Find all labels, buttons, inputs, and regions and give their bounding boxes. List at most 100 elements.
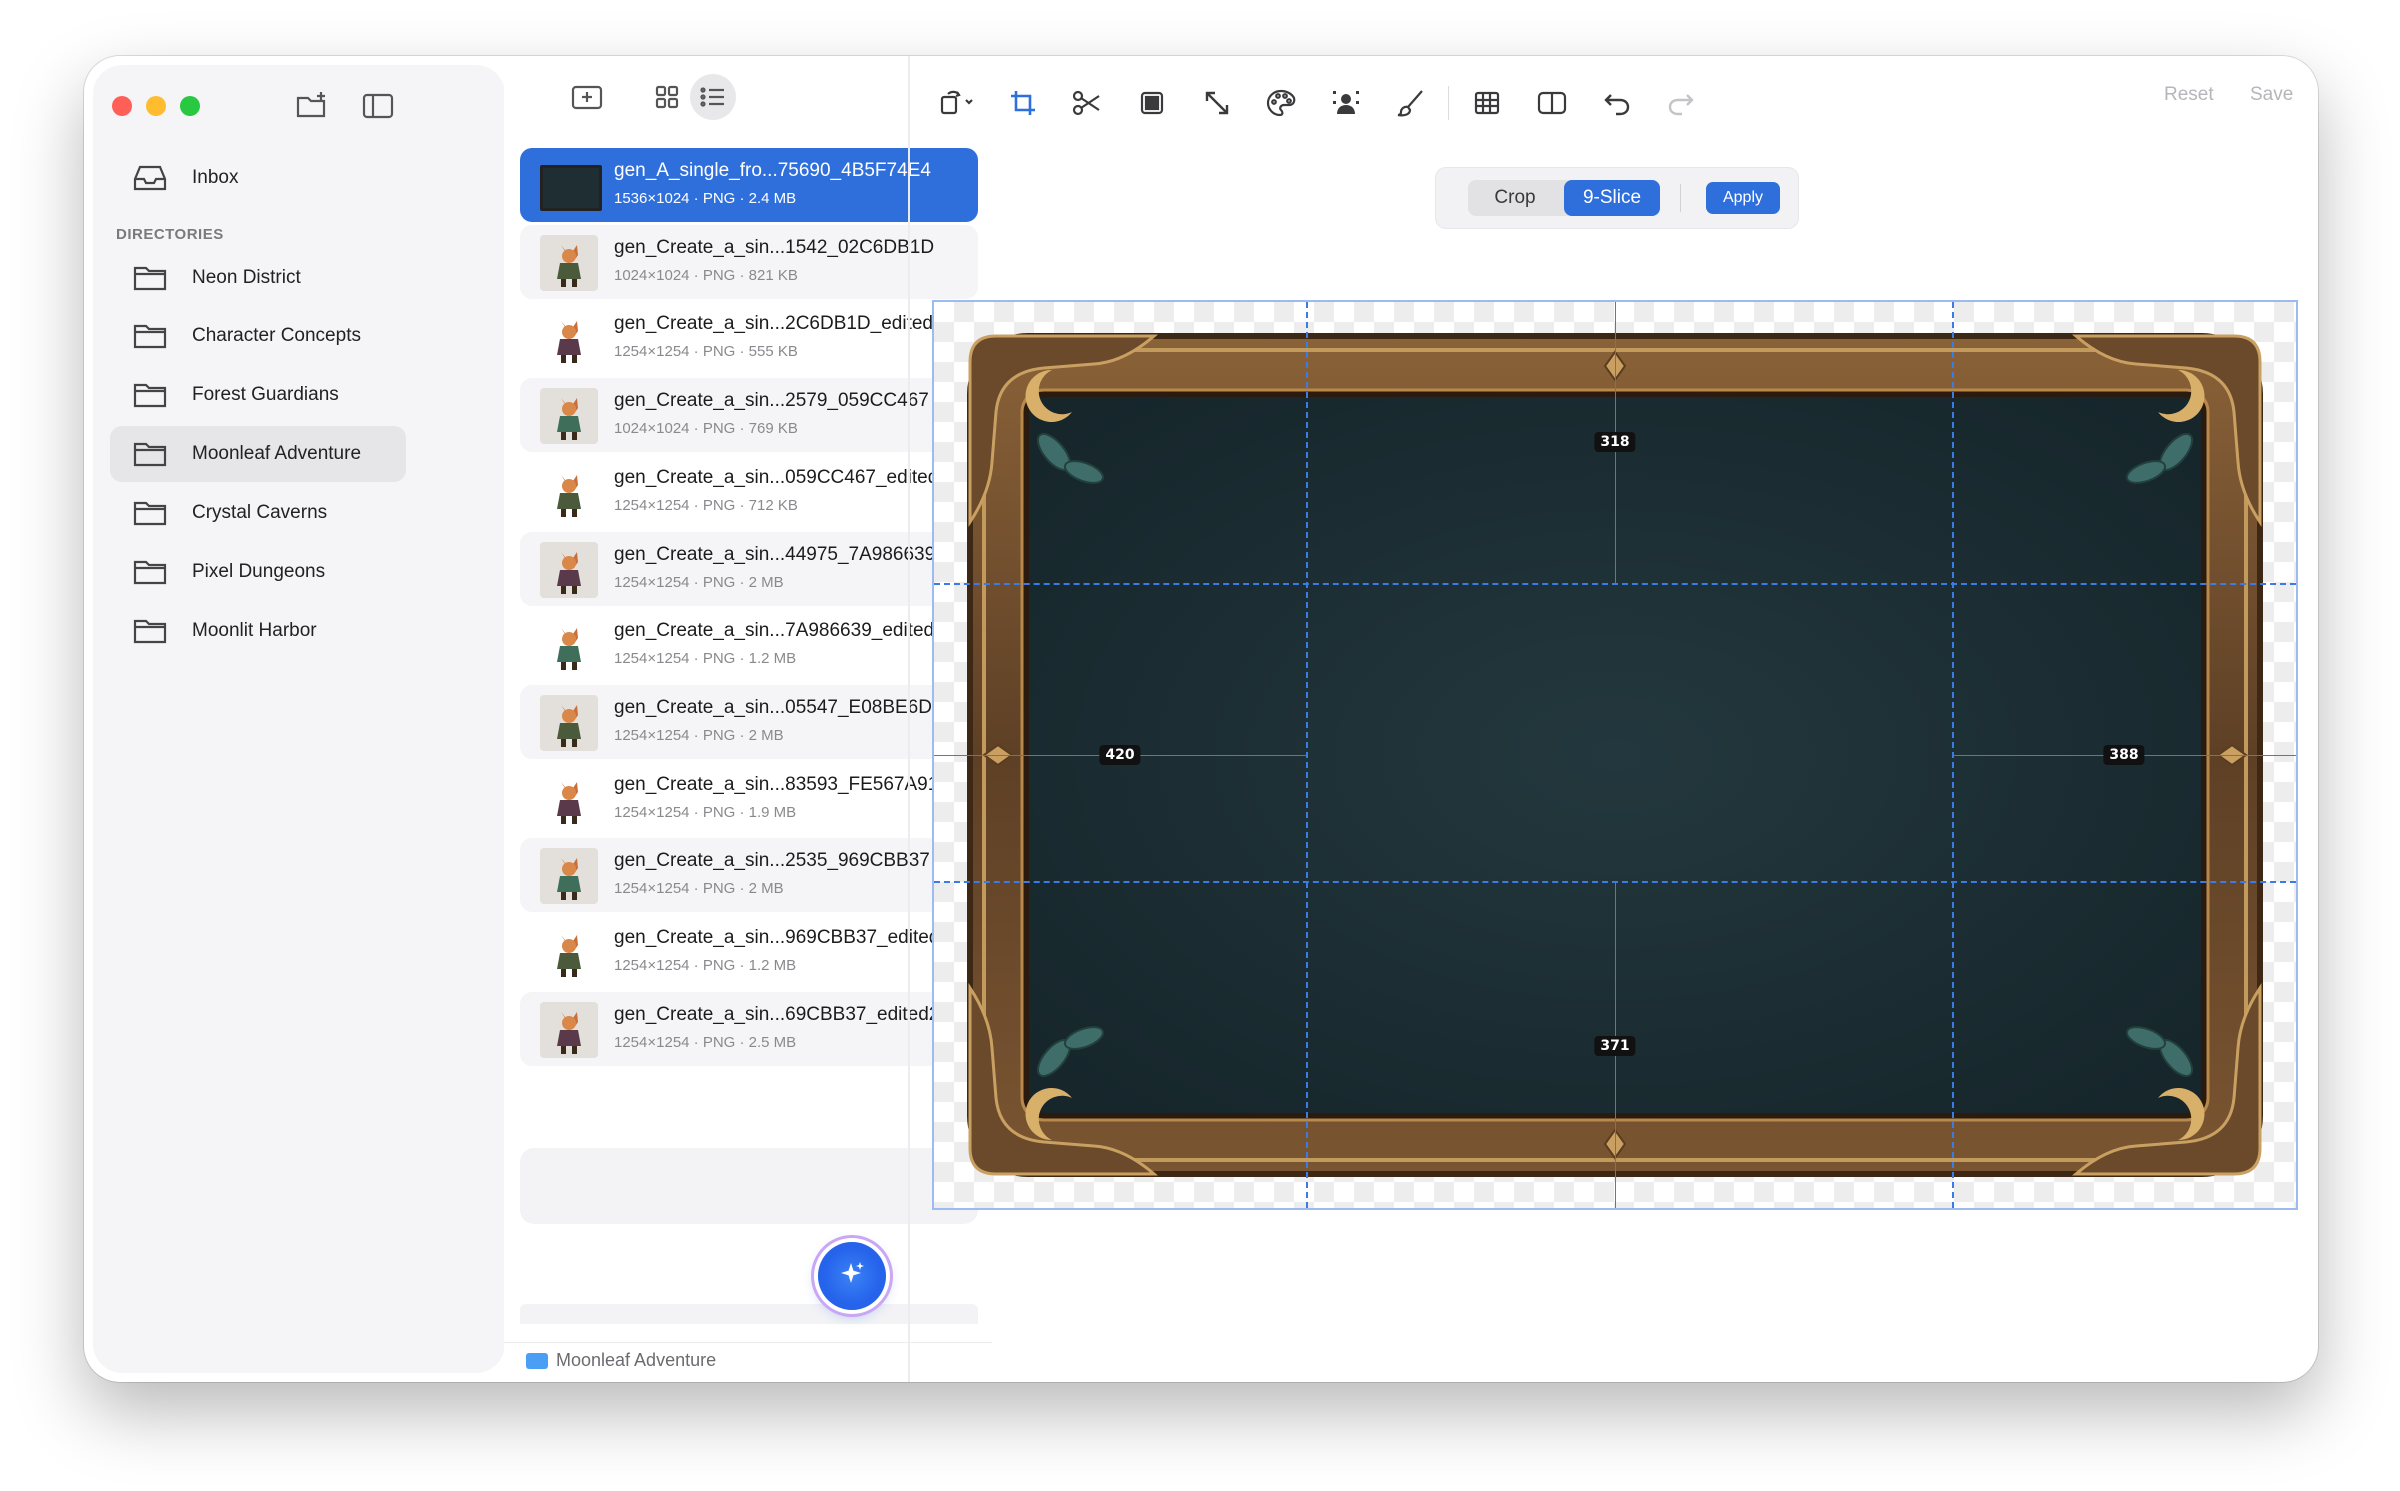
file-name: gen_A_single_fro...75690_4B5F74E4 [614, 160, 931, 181]
editor-toolbar [920, 66, 1708, 140]
folder-icon [132, 380, 168, 410]
file-name: gen_Create_a_sin...2C6DB1D_edited [614, 313, 933, 334]
sidebar-item-label: Character Concepts [192, 325, 361, 346]
stop-square-icon[interactable] [1125, 76, 1179, 130]
app-window: Inbox DIRECTORIES Neon District Character… [84, 56, 2318, 1382]
list-view-icon[interactable] [690, 74, 736, 120]
folder-icon [526, 1352, 548, 1369]
palette-icon[interactable] [1254, 76, 1308, 130]
sidebar-item-directory[interactable]: Moonlit Harbor [110, 603, 406, 659]
sidebar-item-directory[interactable]: Moonleaf Adventure [110, 426, 406, 482]
slice-mode-bar: Crop 9-Slice Apply [1436, 168, 1798, 228]
image-canvas[interactable]: 318 420 388 371 [934, 302, 2296, 1208]
resize-arrows-icon[interactable] [1190, 76, 1244, 130]
minimize-window-button[interactable] [146, 96, 166, 116]
mode-segmented-control: Crop 9-Slice [1468, 180, 1660, 216]
sidebar-item-directory[interactable]: Forest Guardians [110, 367, 406, 423]
file-thumbnail [540, 465, 598, 521]
sidebar-item-label: Moonleaf Adventure [192, 443, 362, 464]
reset-button[interactable]: Reset [2164, 84, 2214, 106]
ai-generate-button[interactable] [818, 1242, 886, 1310]
apply-button[interactable]: Apply [1706, 182, 1780, 214]
file-meta: 1254×1254 · PNG · 2 MB [614, 574, 784, 591]
grid-view-icon[interactable] [644, 74, 690, 120]
file-thumbnail [540, 388, 598, 444]
slice-guide-left[interactable] [1306, 302, 1308, 1208]
sidebar-item-label: Pixel Dungeons [192, 561, 326, 582]
import-button[interactable] [564, 72, 610, 122]
brush-icon[interactable] [1384, 76, 1438, 130]
file-name: gen_Create_a_sin...2579_059CC467 [614, 390, 929, 411]
file-name: gen_Create_a_sin...83593_FE567A91 [614, 774, 939, 795]
file-thumbnail [540, 772, 598, 828]
close-window-button[interactable] [112, 96, 132, 116]
file-thumbnail [540, 848, 598, 904]
crop-mode-button[interactable]: Crop [1468, 180, 1562, 216]
crop-icon[interactable] [996, 76, 1050, 130]
split-view-icon[interactable] [1525, 76, 1579, 130]
sidebar-item-label: Neon District [192, 267, 301, 288]
folder-icon [132, 616, 168, 646]
file-thumbnail [540, 235, 598, 291]
sidebar-item-directory[interactable]: Character Concepts [110, 308, 406, 364]
footer-divider [504, 1342, 992, 1343]
scissors-icon[interactable] [1060, 76, 1114, 130]
panel-divider [908, 56, 910, 1382]
file-meta: 1254×1254 · PNG · 2 MB [614, 880, 784, 897]
sparkle-icon [837, 1259, 867, 1294]
sidebar: Inbox DIRECTORIES Neon District Character… [94, 66, 504, 1372]
sidebar-item-directory[interactable]: Neon District [110, 250, 406, 306]
file-name: gen_Create_a_sin...2535_969CBB37 [614, 850, 930, 871]
nine-slice-mode-button[interactable]: 9-Slice [1564, 180, 1660, 216]
file-meta: 1254×1254 · PNG · 2.5 MB [614, 1034, 797, 1051]
file-meta: 1254×1254 · PNG · 1.9 MB [614, 804, 797, 821]
remove-background-icon[interactable] [1319, 76, 1373, 130]
directories-section-label: DIRECTORIES [116, 226, 224, 243]
slice-bottom-value: 371 [1594, 1036, 1636, 1056]
undo-icon[interactable] [1590, 76, 1644, 130]
toolbar-separator [1448, 86, 1450, 120]
zoom-window-button[interactable] [180, 96, 200, 116]
file-thumbnail [540, 925, 598, 981]
redo-icon[interactable] [1654, 76, 1708, 130]
sidebar-item-directory[interactable]: Crystal Caverns [110, 485, 406, 541]
file-name: gen_Create_a_sin...059CC467_edited [614, 467, 939, 488]
file-name: gen_Create_a_sin...44975_7A986639 [614, 544, 936, 565]
sidebar-item-label: Forest Guardians [192, 384, 339, 405]
file-thumbnail [540, 542, 598, 598]
file-name: gen_Create_a_sin...69CBB37_edited2 [614, 1004, 940, 1025]
file-thumbnail [540, 311, 598, 367]
mode-separator [1680, 184, 1681, 212]
slice-left-value: 420 [1099, 745, 1141, 765]
sidebar-toggle-icon[interactable] [360, 88, 396, 124]
folder-icon [132, 263, 168, 293]
footer-path-label: Moonleaf Adventure [556, 1350, 717, 1370]
slice-guide-top[interactable] [934, 583, 2296, 585]
inbox-icon [132, 163, 168, 193]
folder-icon [132, 498, 168, 528]
file-meta: 1254×1254 · PNG · 712 KB [614, 497, 798, 514]
file-name: gen_Create_a_sin...1542_02C6DB1D [614, 237, 935, 258]
file-thumbnail [540, 1002, 598, 1058]
slice-top-value: 318 [1594, 432, 1636, 452]
file-meta: 1024×1024 · PNG · 769 KB [614, 420, 798, 437]
file-thumbnail [540, 618, 598, 674]
file-meta: 1254×1254 · PNG · 555 KB [614, 343, 798, 360]
sidebar-item-label: Crystal Caverns [192, 502, 328, 523]
sidebar-item-label: Moonlit Harbor [192, 620, 317, 641]
view-mode-switch [644, 72, 736, 122]
sidebar-item-inbox[interactable]: Inbox [110, 150, 406, 206]
file-name: gen_Create_a_sin...7A986639_edited [614, 620, 935, 641]
file-thumbnail [540, 695, 598, 751]
save-button[interactable]: Save [2250, 84, 2293, 106]
grid-icon[interactable] [1460, 76, 1514, 130]
file-thumbnail [540, 165, 602, 211]
file-meta: 1254×1254 · PNG · 1.2 MB [614, 957, 797, 974]
import-image-icon[interactable] [564, 74, 610, 120]
rotate-flip-icon[interactable] [931, 76, 985, 130]
file-meta: 1254×1254 · PNG · 2 MB [614, 727, 784, 744]
sidebar-item-directory[interactable]: Pixel Dungeons [110, 544, 406, 600]
new-folder-icon[interactable] [294, 88, 330, 124]
footer-path: Moonleaf Adventure [526, 1350, 716, 1371]
file-name: gen_Create_a_sin...969CBB37_edited [614, 927, 940, 948]
